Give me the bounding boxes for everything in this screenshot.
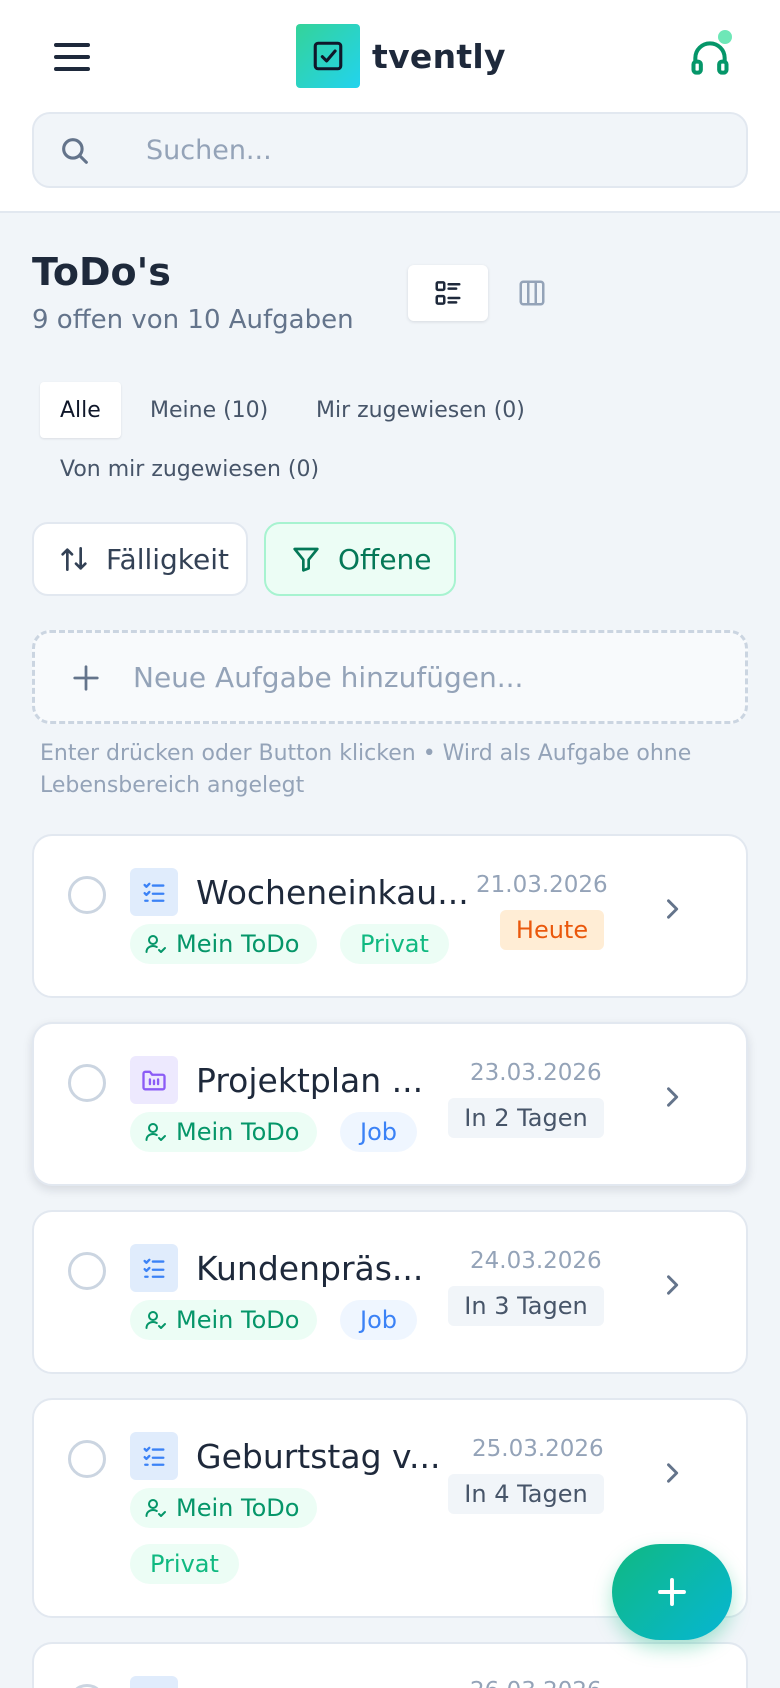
chevron-right-icon	[667, 1275, 679, 1295]
add-task-fab[interactable]	[612, 1544, 732, 1640]
search-icon	[62, 138, 88, 164]
support-headset-icon[interactable]	[688, 30, 738, 80]
chevron-right-icon	[667, 1463, 679, 1483]
tab-all[interactable]: Alle	[40, 382, 121, 438]
quick-add-placeholder: Neue Aufgabe hinzufügen...	[133, 661, 524, 694]
quick-add-hint: Enter drücken oder Button klicken • Wird…	[40, 741, 692, 798]
owner-badge: Mein ToDo	[130, 1300, 318, 1340]
owner-badge: Mein ToDo	[130, 1112, 318, 1152]
task-complete-checkbox[interactable]	[68, 1252, 106, 1290]
page-title: ToDo's	[32, 250, 171, 294]
board-view-button[interactable]	[492, 265, 572, 321]
app-logo[interactable]: tvently	[296, 24, 506, 88]
task-complete-checkbox[interactable]	[68, 876, 106, 914]
filter-label: Offene	[338, 542, 432, 576]
due-badge: In 4 Tagen	[448, 1474, 604, 1514]
owner-label: Mein ToDo	[176, 1306, 300, 1334]
checklist-icon	[130, 1432, 178, 1480]
checklist-icon	[130, 868, 178, 916]
area-badge: Privat	[130, 1544, 239, 1584]
search-input[interactable]	[146, 114, 726, 186]
tab-mine[interactable]: Meine (10)	[130, 382, 288, 438]
task-card[interactable]: Wocheneinkau... Mein ToDo Privat 21.03.2…	[32, 834, 748, 998]
area-badge: Job	[340, 1112, 417, 1152]
task-card[interactable]: 26.03.2026	[32, 1642, 748, 1688]
tab-assigned-by-me[interactable]: Von mir zugewiesen (0)	[40, 441, 339, 497]
project-folder-icon	[130, 1056, 178, 1104]
sort-arrows-icon	[61, 547, 87, 571]
task-complete-checkbox[interactable]	[68, 1684, 106, 1688]
due-badge: Heute	[500, 910, 604, 950]
search-bar	[32, 112, 748, 188]
chevron-right-icon	[667, 1087, 679, 1107]
user-check-icon	[145, 935, 166, 953]
task-card[interactable]: Kundenpräs... Mein ToDo Job 24.03.2026 I…	[32, 1210, 748, 1374]
owner-label: Mein ToDo	[176, 930, 300, 958]
task-title: Kundenpräs...	[196, 1249, 424, 1288]
top-bar: tvently	[0, 0, 780, 213]
task-complete-checkbox[interactable]	[68, 1440, 106, 1478]
checklist-icon	[130, 1244, 178, 1292]
notification-dot	[718, 30, 732, 44]
area-badge: Privat	[340, 924, 449, 964]
plus-icon	[73, 665, 99, 691]
columns-icon	[519, 280, 545, 306]
sort-label: Fälligkeit	[106, 542, 230, 576]
task-date: 21.03.2026	[476, 872, 608, 898]
user-check-icon	[145, 1311, 166, 1329]
brand-name: tvently	[372, 36, 506, 76]
owner-badge: Mein ToDo	[130, 924, 318, 964]
menu-icon[interactable]	[52, 40, 92, 74]
task-date: 23.03.2026	[470, 1060, 602, 1086]
owner-label: Mein ToDo	[176, 1494, 300, 1522]
task-date: 25.03.2026	[472, 1436, 604, 1462]
task-title: Projektplan ...	[196, 1061, 424, 1100]
task-card[interactable]: Projektplan ... Mein ToDo Job 23.03.2026…	[32, 1022, 748, 1186]
user-check-icon	[145, 1499, 166, 1517]
list-view-button[interactable]	[408, 265, 488, 321]
logo-checkbox-icon	[296, 24, 360, 88]
tab-assigned-to-me[interactable]: Mir zugewiesen (0)	[296, 382, 545, 438]
quick-add-input[interactable]: Neue Aufgabe hinzufügen...	[32, 630, 748, 724]
filter-button[interactable]: Offene	[264, 522, 456, 596]
sort-button[interactable]: Fälligkeit	[32, 522, 248, 596]
task-title: Geburtstag v...	[196, 1437, 441, 1476]
chevron-right-icon	[667, 899, 679, 919]
owner-label: Mein ToDo	[176, 1118, 300, 1146]
list-view-icon	[435, 281, 461, 305]
task-date: 26.03.2026	[470, 1678, 602, 1688]
owner-badge: Mein ToDo	[130, 1488, 318, 1528]
checklist-icon	[130, 1676, 178, 1688]
filter-icon	[293, 547, 319, 572]
task-complete-checkbox[interactable]	[68, 1064, 106, 1102]
task-date: 24.03.2026	[470, 1248, 602, 1274]
page-subtitle: 9 offen von 10 Aufgaben	[32, 305, 354, 335]
due-badge: In 2 Tagen	[448, 1098, 604, 1138]
plus-icon	[658, 1578, 686, 1606]
task-title: Wocheneinkau...	[196, 873, 469, 912]
user-check-icon	[145, 1123, 166, 1141]
area-badge: Job	[340, 1300, 417, 1340]
due-badge: In 3 Tagen	[448, 1286, 604, 1326]
